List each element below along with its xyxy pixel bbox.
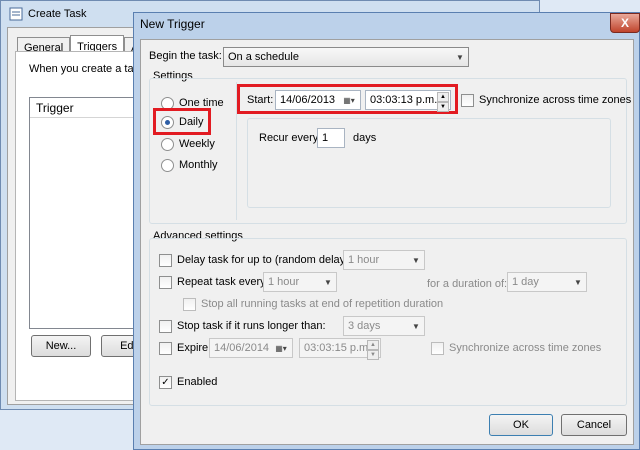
delay-task-checkbox[interactable] xyxy=(159,254,172,267)
chevron-down-icon: ▼ xyxy=(324,277,332,287)
trigger-column-header[interactable]: Trigger xyxy=(30,98,140,118)
stop-running-tasks-checkbox[interactable] xyxy=(183,298,196,311)
ok-button[interactable]: OK xyxy=(489,414,553,436)
start-label: Start: xyxy=(247,94,274,106)
create-task-titlebar: Create Task xyxy=(9,5,87,23)
expire-sync-label[interactable]: Synchronize across time zones xyxy=(449,342,601,354)
cancel-button[interactable]: Cancel xyxy=(561,414,627,436)
task-scheduler-icon xyxy=(9,7,23,21)
option-daily-label[interactable]: Daily xyxy=(179,116,203,128)
sync-timezones-checkbox[interactable] xyxy=(461,94,474,107)
duration-value: 1 day xyxy=(512,276,539,288)
recur-every-label: Recur every: xyxy=(259,132,322,144)
chevron-down-icon: ▼ xyxy=(412,321,420,331)
repeat-task-label[interactable]: Repeat task every: xyxy=(177,276,269,288)
expire-date-picker[interactable]: 14/06/2014 ▦▾ xyxy=(209,338,293,358)
dialog-body: Begin the task: On a schedule ▼ Settings… xyxy=(140,39,634,445)
stop-task-dropdown[interactable]: 3 days ▼ xyxy=(343,316,425,336)
chevron-down-icon: ▼ xyxy=(456,52,464,62)
calendar-icon[interactable]: ▦▾ xyxy=(270,339,292,357)
begin-task-value: On a schedule xyxy=(228,51,299,63)
expire-sync-checkbox[interactable] xyxy=(431,342,444,355)
chevron-down-icon: ▼ xyxy=(574,277,582,287)
begin-task-label: Begin the task: xyxy=(149,50,222,62)
radio-daily[interactable] xyxy=(161,116,174,129)
spinner-icon[interactable]: ▲ ▼ xyxy=(367,340,379,360)
duration-dropdown[interactable]: 1 day ▼ xyxy=(507,272,587,292)
sync-timezones-label[interactable]: Synchronize across time zones xyxy=(479,94,631,106)
expire-label[interactable]: Expire: xyxy=(177,342,211,354)
expire-time-field[interactable]: 03:03:15 p.m. ▲ ▼ xyxy=(299,338,381,360)
repeat-task-dropdown[interactable]: 1 hour ▼ xyxy=(263,272,337,292)
dialog-title: New Trigger xyxy=(140,17,205,31)
create-task-title: Create Task xyxy=(28,8,87,20)
option-weekly-label[interactable]: Weekly xyxy=(179,138,215,150)
delay-task-dropdown[interactable]: 1 hour ▼ xyxy=(343,250,425,270)
delay-task-value: 1 hour xyxy=(348,254,380,266)
recur-unit-label: days xyxy=(353,132,377,144)
enabled-label[interactable]: Enabled xyxy=(177,376,217,388)
enabled-checkbox[interactable]: ✓ xyxy=(159,376,172,389)
stop-task-label[interactable]: Stop task if it runs longer than: xyxy=(177,320,326,332)
delay-task-label[interactable]: Delay task for up to (random delay): xyxy=(177,254,352,266)
trigger-list[interactable]: Trigger xyxy=(29,97,141,329)
expire-date-value: 14/06/2014 xyxy=(214,342,270,354)
start-date-picker[interactable]: 14/06/2013 ▦▾ xyxy=(275,90,361,110)
stop-running-tasks-label[interactable]: Stop all running tasks at end of repetit… xyxy=(201,298,443,310)
start-date-value: 14/06/2013 xyxy=(280,94,336,106)
stop-task-value: 3 days xyxy=(348,320,381,332)
repeat-task-value: 1 hour xyxy=(268,276,300,288)
begin-task-dropdown[interactable]: On a schedule ▼ xyxy=(223,47,469,67)
duration-label: for a duration of: xyxy=(427,278,508,290)
stop-task-checkbox[interactable] xyxy=(159,320,172,333)
radio-weekly[interactable] xyxy=(161,138,174,151)
new-trigger-dialog: New Trigger X Begin the task: On a sched… xyxy=(133,12,640,450)
close-button[interactable]: X xyxy=(610,13,640,33)
triggers-hint-text: When you create a task, xyxy=(29,63,148,75)
new-trigger-button[interactable]: New... xyxy=(31,335,91,357)
start-time-value: 03:03:13 p.m. xyxy=(370,94,438,106)
option-monthly-label[interactable]: Monthly xyxy=(179,159,218,171)
chevron-down-icon: ▼ xyxy=(412,255,420,265)
recur-every-input[interactable]: 1 xyxy=(317,128,345,148)
expire-checkbox[interactable] xyxy=(159,342,172,355)
expire-time-value: 03:03:15 p.m. xyxy=(304,342,372,354)
start-time-field[interactable]: 03:03:13 p.m. ▲ ▼ xyxy=(365,90,451,112)
repeat-task-checkbox[interactable] xyxy=(159,276,172,289)
spinner-icon[interactable]: ▲ ▼ xyxy=(437,92,449,112)
calendar-icon[interactable]: ▦▾ xyxy=(338,91,360,109)
radio-monthly[interactable] xyxy=(161,159,174,172)
